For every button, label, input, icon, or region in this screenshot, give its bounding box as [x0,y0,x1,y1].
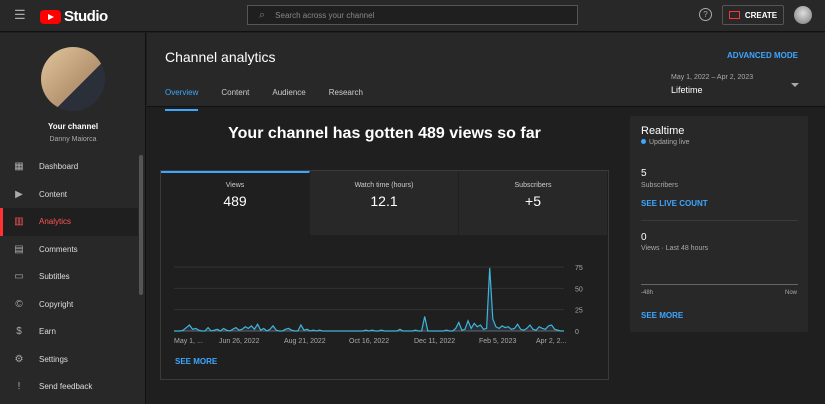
page-header: Channel analytics Overview Content Audie… [147,33,825,111]
sidebar: Your channel Danny Maiorca ▦ Dashboard ▶ Co… [0,33,146,404]
settings-icon: ⚙ [14,353,24,365]
tab-overview[interactable]: Overview [165,88,199,111]
x-tick-label: Feb 5, 2023 [479,338,516,345]
y-tick-label: 25 [575,308,583,315]
overview-card: Views 489 Watch time (hours) 12.1 Subscrib… [160,170,609,380]
sidebar-item-copyright[interactable]: © Copyright [0,291,138,319]
analytics-icon: ▥ [14,216,24,228]
content-icon: ▶ [15,188,23,200]
subtitles-icon: ▭ [14,271,24,283]
tab-research[interactable]: Research [329,88,363,111]
subscribers-value: 5 [641,168,647,179]
create-video-icon [728,11,740,19]
send-feedback-icon: ! [17,381,21,393]
search-input[interactable]: ⌕ Search across your channel [247,5,578,25]
live-dot-icon [641,139,646,144]
axis-end: Now [785,290,798,296]
create-button[interactable]: CREATE [722,5,784,25]
youtube-logo-icon [40,9,61,24]
see-more-link[interactable]: SEE MORE [175,357,217,366]
studio-logo[interactable]: Studio [40,8,108,25]
views-area [174,267,564,331]
axis-start: -48h [641,290,654,296]
tab-audience[interactable]: Audience [272,88,305,111]
sidebar-item-send-feedback[interactable]: ! Send feedback [0,373,138,401]
views-line [174,267,564,332]
help-icon[interactable]: ? [699,8,712,21]
period-select[interactable]: Lifetime [671,85,703,95]
x-tick-label: Dec 11, 2022 [414,338,455,345]
earn-icon: $ [16,326,22,338]
y-tick-label: 0 [575,329,579,336]
top-bar: ☰ Studio ⌕ Search across your channel ? C… [0,0,825,32]
advanced-mode-button[interactable]: ADVANCED MODE [727,51,798,60]
realtime-see-more-link[interactable]: SEE MORE [641,311,683,320]
x-tick-label: Oct 16, 2022 [349,338,389,345]
page-title: Channel analytics [165,49,276,65]
sidebar-item-dashboard[interactable]: ▦ Dashboard [0,153,138,181]
views-48h-value: 0 [641,232,647,243]
sidebar-scrollbar[interactable] [139,155,143,295]
copyright-icon: © [15,298,23,310]
channel-title: Your channel [47,122,99,131]
channel-name: Danny Maiorca [49,136,97,143]
headline: Your channel has gotten 489 views so far [228,125,541,142]
realtime-axis [641,284,798,285]
x-tick-label: May 1, ... [174,338,203,345]
see-live-count-link[interactable]: SEE LIVE COUNT [641,199,708,208]
date-range[interactable]: May 1, 2022 – Apr 2, 2023 [671,74,753,81]
views-chart[interactable]: 75 50 25 0 May 1, ... Jun 26, 2022 Aug 21, 202… [161,171,610,351]
divider [641,220,798,221]
sidebar-item-analytics[interactable]: ▥ Analytics [0,208,138,236]
dashboard-icon: ▦ [14,161,24,173]
comments-icon: ▤ [14,243,24,255]
tab-content[interactable]: Content [221,88,249,111]
subscribers-label: Subscribers [641,182,678,189]
sidebar-item-comments[interactable]: ▤ Comments [0,236,138,264]
x-tick-label: Aug 21, 2022 [284,338,326,345]
views-48h-label: Views · Last 48 hours [641,245,709,252]
sidebar-item-settings[interactable]: ⚙ Settings [0,346,138,374]
y-tick-label: 50 [575,286,583,293]
y-tick-label: 75 [575,265,583,272]
x-tick-label: Apr 2, 2... [536,338,566,345]
channel-avatar[interactable] [41,47,105,111]
sidebar-item-subtitles[interactable]: ▭ Subtitles [0,263,138,291]
sidebar-item-content[interactable]: ▶ Content [0,181,138,209]
realtime-card: Realtime Updating live 5 Subscribers SEE… [630,116,808,332]
sidebar-item-earn[interactable]: $ Earn [0,318,138,346]
realtime-title: Realtime [641,125,685,137]
search-icon: ⌕ [259,8,266,21]
chevron-down-icon[interactable] [791,83,799,87]
menu-icon[interactable]: ☰ [14,8,26,21]
live-status: Updating live [641,139,689,146]
x-tick-label: Jun 26, 2022 [219,338,260,345]
account-avatar[interactable] [794,6,812,24]
